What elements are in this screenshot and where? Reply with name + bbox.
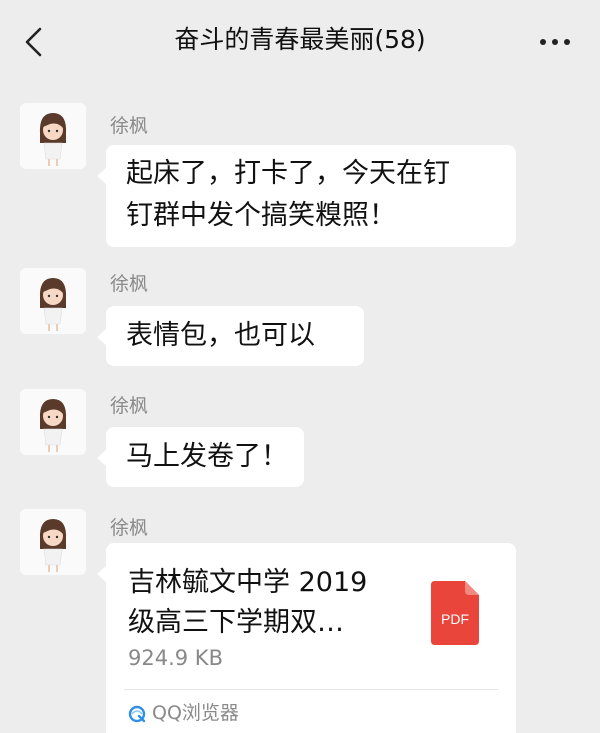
- sender-name: 徐枫: [110, 517, 149, 539]
- message-bubble[interactable]: 马上发卷了！: [97, 427, 304, 487]
- avatar[interactable]: [20, 389, 86, 455]
- message-line: 钉群中发个搞笑糗照！: [126, 200, 396, 231]
- more-dots-icon[interactable]: [538, 36, 572, 48]
- file-name-line: 级高三下学期双…: [128, 607, 344, 638]
- divider: [124, 689, 498, 690]
- message-bubble[interactable]: 表情包，也可以: [97, 306, 364, 366]
- source-app-label: QQ浏览器: [152, 702, 239, 724]
- avatar[interactable]: [20, 268, 86, 334]
- qq-browser-icon: [128, 705, 146, 723]
- avatar[interactable]: [20, 509, 86, 575]
- message-line: 马上发卷了！: [126, 441, 288, 472]
- sender-name: 徐枫: [110, 115, 149, 137]
- sender-name: 徐枫: [110, 273, 149, 295]
- sender-name: 徐枫: [110, 395, 149, 417]
- pdf-type-label: PDF: [441, 611, 469, 627]
- pdf-file-icon: PDF: [431, 581, 479, 645]
- avatar[interactable]: [20, 103, 86, 169]
- chat-header: 奋斗的青春最美丽(58): [0, 0, 600, 84]
- file-card[interactable]: 吉林毓文中学 2019 级高三下学期双… 924.9 KB PDF QQ浏览器: [97, 543, 516, 733]
- file-name: 吉林毓文中学 2019 级高三下学期双…: [128, 563, 408, 643]
- message-bubble[interactable]: 起床了，打卡了，今天在钉 钉群中发个搞笑糗照！: [97, 145, 516, 247]
- file-size: 924.9 KB: [128, 646, 223, 670]
- message-line: 起床了，打卡了，今天在钉: [126, 158, 450, 189]
- message-line: 表情包，也可以: [126, 320, 315, 351]
- file-name-line: 吉林毓文中学 2019: [128, 567, 368, 598]
- chat-title: 奋斗的青春最美丽(58): [174, 25, 426, 54]
